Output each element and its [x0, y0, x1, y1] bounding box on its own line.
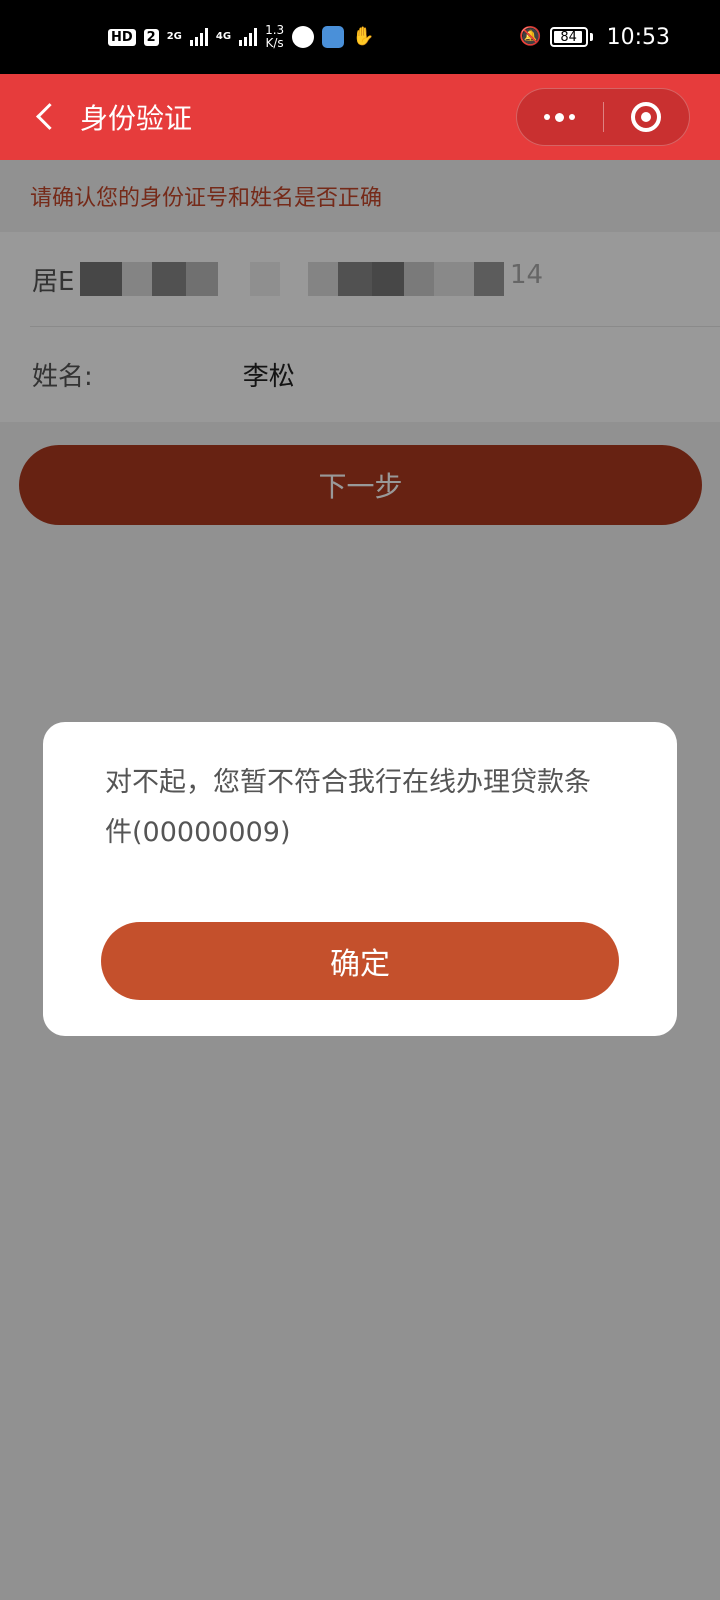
more-button[interactable] [517, 89, 603, 145]
hd-badge: HD [108, 28, 136, 46]
close-miniprogram-icon [631, 102, 662, 132]
error-dialog: 对不起，您暂不符合我行在线办理贷款条件(00000009) 确定 [43, 722, 677, 1036]
status-bar-left: HD 2 2G 4G 1.3 K/s ✋ [108, 24, 375, 50]
back-arrow-icon[interactable] [26, 97, 66, 137]
status-bar-right: 🔕 84 10:53 [519, 25, 670, 50]
nav-header: 身份验证 [0, 74, 720, 160]
signal-icon [239, 28, 258, 46]
clock: 10:53 [606, 24, 670, 50]
network-2g: 2G [166, 31, 182, 42]
battery-level: 84 [560, 29, 577, 45]
dialog-message: 对不起，您暂不符合我行在线办理贷款条件(00000009) [105, 767, 591, 848]
signal-icon [189, 28, 208, 46]
more-dots-icon [544, 112, 576, 122]
app-icon [322, 26, 345, 48]
page-title: 身份验证 [80, 102, 193, 135]
battery-tip [589, 33, 593, 41]
wechat-icon [292, 26, 315, 48]
mute-bell-icon: 🔕 [519, 26, 542, 47]
close-miniprogram-button[interactable] [604, 89, 690, 145]
sim-badge: 2 [143, 28, 159, 46]
battery-icon: 84 [549, 27, 588, 47]
speed-value: 1.3 [265, 23, 285, 37]
network-speed: 1.3 K/s [265, 24, 284, 50]
status-bar: HD 2 2G 4G 1.3 K/s ✋ 🔕 84 10:53 [0, 0, 720, 74]
confirm-button[interactable]: 确定 [101, 922, 619, 1000]
hand-icon: ✋ [352, 26, 375, 47]
miniprogram-capsule [516, 88, 690, 146]
speed-unit: K/s [265, 36, 284, 50]
network-4g: 4G [215, 31, 232, 42]
